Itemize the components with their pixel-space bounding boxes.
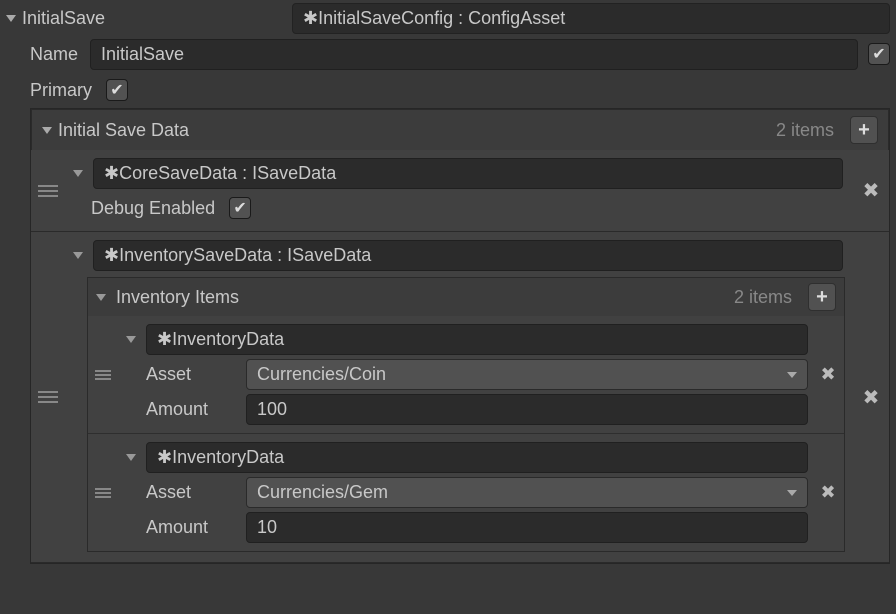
primary-checkbox[interactable]: ✔ [106,79,128,101]
list-item-inventory: ✱InventorySaveData : ISaveData Inventory… [31,232,889,563]
amount-input[interactable]: 100 [246,394,808,425]
asset-label: Asset [146,364,246,385]
foldout-save-list[interactable] [42,127,52,134]
remove-item-button[interactable]: ✖ [853,150,889,231]
debug-enabled-label: Debug Enabled [91,198,215,219]
foldout-header[interactable] [6,15,16,22]
remove-item-button[interactable]: ✖ [853,232,889,562]
section-title: InitialSave [22,8,272,29]
foldout-inventory-data-1[interactable] [126,454,136,461]
remove-inner-item-button[interactable]: ✖ [812,316,844,433]
foldout-core[interactable] [73,170,83,177]
items-count: 2 items [776,120,834,141]
inner-list-header: Inventory Items 2 items + [88,278,844,316]
type-field-inventory-data[interactable]: ✱InventoryData [146,442,808,473]
type-row: ✱InventoryData [122,322,808,357]
asset-row: Asset Currencies/Coin [122,357,808,392]
foldout-inventory-data-0[interactable] [126,336,136,343]
item-body: ✱InventorySaveData : ISaveData Inventory… [65,232,853,562]
drag-handle-icon[interactable] [31,150,65,231]
check-icon: ✔ [110,80,123,100]
amount-input[interactable]: 10 [246,512,808,543]
list-body: ✱CoreSaveData : ISaveData Debug Enabled … [31,150,889,563]
name-checkbox[interactable]: ✔ [868,43,890,65]
drag-handle-icon[interactable] [31,232,65,562]
inner-list-body: ✱InventoryData Asset Currencies/Coin Amo… [88,316,844,551]
primary-label: Primary [30,80,92,101]
list-item-core: ✱CoreSaveData : ISaveData Debug Enabled … [31,150,889,232]
type-field-inventory[interactable]: ✱InventorySaveData : ISaveData [93,240,843,271]
inventory-item-row: ✱InventoryData Asset Currencies/Coin Amo… [88,316,844,434]
remove-inner-item-button[interactable]: ✖ [812,434,844,551]
list-header: Initial Save Data 2 items + [31,109,889,150]
amount-row: Amount 100 [122,392,808,427]
amount-label: Amount [146,517,246,538]
add-item-button[interactable]: + [850,116,878,144]
asset-row: Asset Currencies/Gem [122,475,808,510]
drag-handle-icon[interactable] [88,316,118,433]
type-row: ✱InventoryData [122,440,808,475]
primary-row: Primary ✔ [0,72,896,108]
check-icon: ✔ [233,198,246,218]
foldout-inventory[interactable] [73,252,83,259]
config-type-field[interactable]: ✱InitialSaveConfig : ConfigAsset [292,3,890,34]
check-icon: ✔ [872,44,885,64]
asset-dropdown[interactable]: Currencies/Gem [246,477,808,508]
list-title: Initial Save Data [58,120,776,141]
drag-handle-icon[interactable] [88,434,118,551]
asset-label: Asset [146,482,246,503]
amount-label: Amount [146,399,246,420]
inventory-items-list: Inventory Items 2 items + ✱InventoryData [87,277,845,552]
name-row: Name InitialSave ✔ [0,36,896,72]
inventory-items-title: Inventory Items [116,287,734,308]
type-row: ✱InventorySaveData : ISaveData [65,238,847,273]
debug-enabled-checkbox[interactable]: ✔ [229,197,251,219]
inventory-item-row: ✱InventoryData Asset Currencies/Gem Amou… [88,434,844,551]
foldout-inventory-items[interactable] [96,294,106,301]
type-row: ✱CoreSaveData : ISaveData [65,156,847,191]
inventory-items-count: 2 items [734,287,792,308]
header-row: InitialSave ✱InitialSaveConfig : ConfigA… [0,0,896,36]
add-inventory-item-button[interactable]: + [808,283,836,311]
asset-dropdown[interactable]: Currencies/Coin [246,359,808,390]
initial-save-data-list: Initial Save Data 2 items + ✱CoreSaveDat… [30,108,890,564]
type-field-inventory-data[interactable]: ✱InventoryData [146,324,808,355]
name-label: Name [30,44,90,65]
name-input[interactable]: InitialSave [90,39,858,70]
inner-item-body: ✱InventoryData Asset Currencies/Gem Amou… [118,434,812,551]
type-field-core[interactable]: ✱CoreSaveData : ISaveData [93,158,843,189]
debug-row: Debug Enabled ✔ [65,191,847,225]
amount-row: Amount 10 [122,510,808,545]
inner-item-body: ✱InventoryData Asset Currencies/Coin Amo… [118,316,812,433]
item-body: ✱CoreSaveData : ISaveData Debug Enabled … [65,150,853,231]
